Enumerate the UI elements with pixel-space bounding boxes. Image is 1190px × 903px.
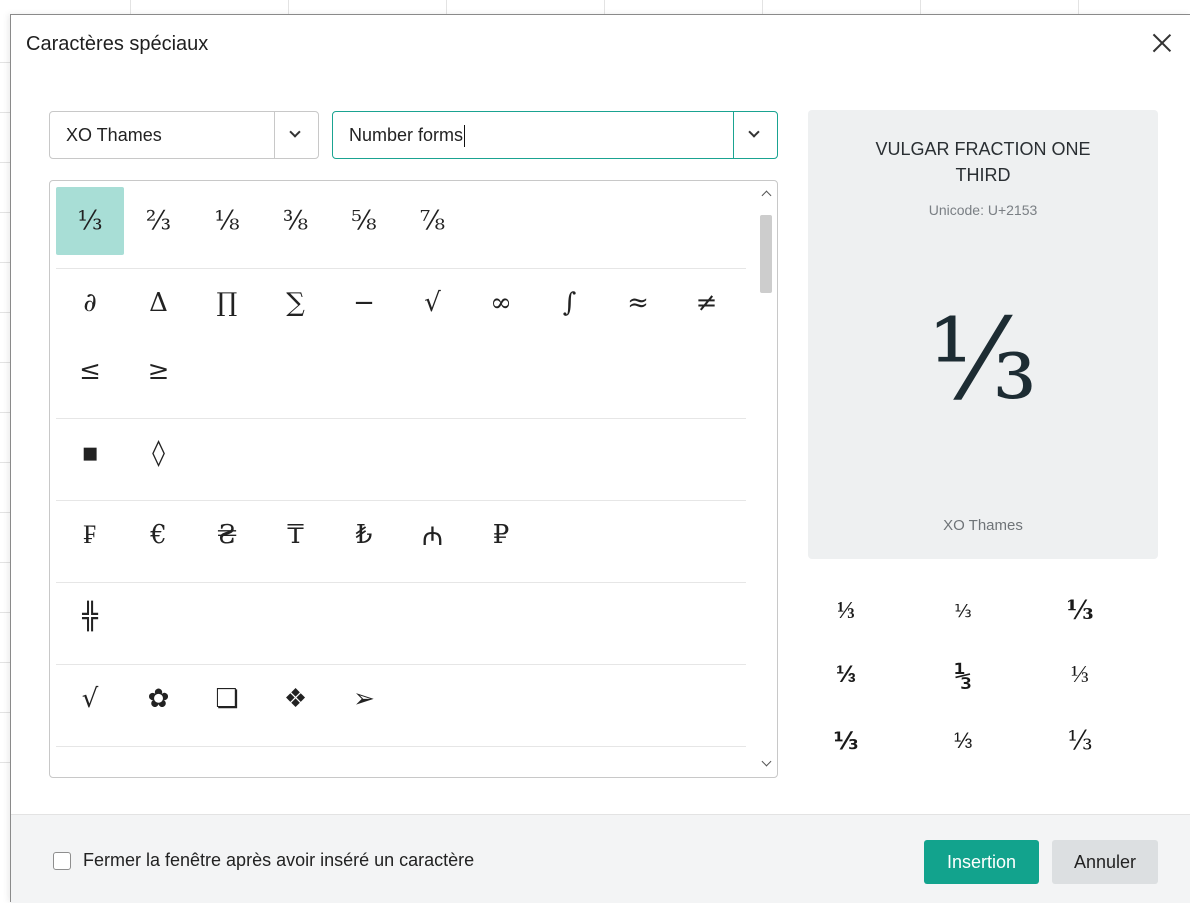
character-cell[interactable]: ⅛ (193, 187, 261, 255)
special-characters-dialog: Caractères spéciaux XO Thames Number for… (10, 14, 1190, 903)
range-select-text: Number forms (349, 125, 464, 145)
sheet-column-line (446, 0, 447, 14)
character-cell[interactable]: ₴ (193, 501, 261, 569)
character-cell[interactable]: ₽ (467, 501, 535, 569)
close-after-insert-label[interactable]: Fermer la fenêtre après avoir inséré un … (83, 850, 474, 871)
sheet-column-line (1078, 0, 1079, 14)
character-cell[interactable]: ₺ (330, 501, 398, 569)
preview-font-name: XO Thames (943, 517, 1023, 534)
character-cell[interactable]: ₣ (56, 501, 124, 569)
character-cell[interactable]: ∑ (262, 269, 330, 337)
font-variant-glyph[interactable]: ⅓ (925, 585, 1001, 637)
chevron-down-icon[interactable] (274, 112, 318, 158)
character-cell[interactable]: − (330, 269, 398, 337)
cancel-button[interactable]: Annuler (1052, 840, 1158, 884)
character-cell[interactable]: ≥ (125, 337, 193, 405)
font-variant-glyph[interactable]: ⅓ (1042, 715, 1118, 767)
character-cell[interactable]: ❖ (262, 665, 330, 733)
sheet-row-line (0, 712, 10, 713)
character-cell[interactable]: ⅝ (330, 187, 398, 255)
grid-scrollbar[interactable] (755, 181, 777, 777)
font-variant-glyph[interactable]: ⅓ (1042, 649, 1118, 701)
scrollbar-thumb[interactable] (760, 215, 772, 293)
preview-character-name: VULGAR FRACTION ONE THIRD (875, 139, 1091, 185)
character-cell[interactable]: ⅔ (125, 187, 193, 255)
character-group: ▪ ◊ (56, 419, 746, 501)
font-variant-glyph[interactable]: ⅓ (925, 649, 1001, 701)
font-variant-glyph[interactable]: ⅓ (808, 715, 884, 767)
character-group: ∂ Δ ∏ ∑ − √ ∞ ∫ ≈ ≠ ≤ ≥ (56, 269, 746, 419)
character-cell[interactable]: ✿ (125, 665, 193, 733)
character-cell[interactable]: ≤ (56, 337, 124, 405)
character-cell[interactable]: ∞ (467, 269, 535, 337)
text-caret (464, 125, 466, 148)
sheet-row-line (0, 112, 10, 113)
range-select-value[interactable]: Number forms (349, 125, 466, 148)
close-icon[interactable] (1148, 29, 1176, 57)
character-cell[interactable]: ₸ (262, 501, 330, 569)
sheet-row-line (0, 412, 10, 413)
character-grid[interactable]: ⅓ ⅔ ⅛ ⅜ ⅝ ⅞ ∂ Δ ∏ ∑ − √ ∞ ∫ ≈ ≠ ≤ ≥ ▪ ◊ ₣ € ₴ ₸ ₺ ₼ ₽ ╬ √ ✿ ❏ ❖ ➢ (49, 180, 778, 778)
dialog-title: Caractères spéciaux (26, 33, 209, 55)
character-cell[interactable]: ⅜ (262, 187, 330, 255)
character-group: ╬ (56, 583, 746, 665)
sheet-row-line (0, 462, 10, 463)
sheet-row-line (0, 212, 10, 213)
character-cell[interactable]: ➢ (330, 665, 398, 733)
dialog-footer: Fermer la fenêtre après avoir inséré un … (11, 814, 1190, 903)
sheet-row-line (0, 62, 10, 63)
range-select[interactable]: Number forms (332, 111, 778, 159)
sheet-row-line (0, 662, 10, 663)
preview-unicode-code: Unicode: U+2153 (928, 202, 1038, 218)
sheet-row-line (0, 562, 10, 563)
sheet-column-line (288, 0, 289, 14)
character-cell[interactable]: ≠ (673, 269, 741, 337)
character-cell[interactable]: ❏ (193, 665, 261, 733)
character-cell[interactable]: ╬ (56, 583, 124, 651)
character-cell[interactable]: ⅓ (56, 187, 124, 255)
sheet-column-line (130, 0, 131, 14)
character-cell[interactable]: ∂ (56, 269, 124, 337)
sheet-row-line (0, 362, 10, 363)
font-variant-glyph[interactable]: ⅓ (808, 585, 884, 637)
font-variant-glyph[interactable]: ⅓ (808, 649, 884, 701)
character-cell[interactable]: ⅞ (399, 187, 467, 255)
character-cell[interactable]: Δ (125, 269, 193, 337)
character-cell[interactable]: √ (56, 665, 124, 733)
sheet-row-line (0, 762, 10, 763)
character-cell[interactable]: ∫ (536, 269, 604, 337)
sheet-row-line (0, 612, 10, 613)
character-cell[interactable]: ◊ (125, 419, 193, 487)
character-cell[interactable]: ≈ (604, 269, 672, 337)
preview-glyph: ⅓ (928, 295, 1038, 425)
character-cell[interactable]: ₼ (399, 501, 467, 569)
sheet-row-line (0, 162, 10, 163)
close-after-insert-checkbox[interactable] (53, 852, 71, 870)
sheet-row-line (0, 312, 10, 313)
font-select-value: XO Thames (66, 125, 162, 145)
sheet-column-line (604, 0, 605, 14)
sheet-column-line (762, 0, 763, 14)
font-select[interactable]: XO Thames (49, 111, 319, 159)
chevron-down-icon[interactable] (733, 112, 777, 158)
sheet-row-line (0, 262, 10, 263)
sheet-column-line (920, 0, 921, 14)
character-group: ⅓⅔⅛⅜⅝⅞ (56, 187, 746, 269)
character-preview-panel: VULGAR FRACTION ONE THIRD Unicode: U+215… (808, 110, 1158, 559)
font-variant-glyph[interactable]: ⅓ (925, 715, 1001, 767)
sheet-row-line (0, 512, 10, 513)
font-variant-glyph[interactable]: ⅓ (1042, 585, 1118, 637)
insert-button[interactable]: Insertion (924, 840, 1039, 884)
character-cell[interactable]: √ (399, 269, 467, 337)
character-group: √ ✿ ❏ ❖ ➢ (56, 665, 746, 747)
character-group: ₣ € ₴ ₸ ₺ ₼ ₽ (56, 501, 746, 583)
scroll-up-arrow-icon[interactable] (755, 183, 777, 205)
character-cell[interactable]: ▪ (56, 419, 124, 487)
character-cell[interactable]: € (125, 501, 193, 569)
character-cell[interactable]: ∏ (193, 269, 261, 337)
scroll-down-arrow-icon[interactable] (755, 753, 777, 775)
